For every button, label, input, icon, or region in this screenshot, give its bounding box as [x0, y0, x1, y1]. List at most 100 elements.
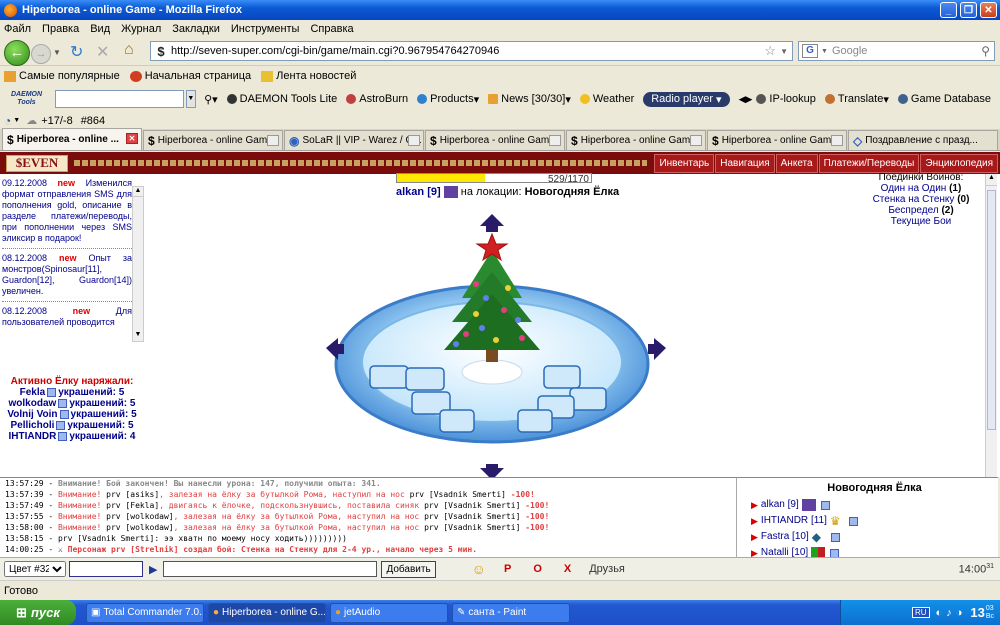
tab-hiperborea-active[interactable]: $ Hiperborea - online ... ✕ — [2, 128, 142, 150]
bookmark-home-page[interactable]: Начальная страница — [129, 70, 251, 82]
nav-encyclopedia[interactable]: Энциклопедия — [920, 153, 998, 173]
search-box[interactable]: G ▼ Google ⚲ — [798, 41, 995, 61]
menu-view[interactable]: Вид — [90, 23, 110, 35]
tab-close-icon[interactable] — [549, 135, 561, 146]
daemon-search-input[interactable] — [55, 90, 184, 108]
bookmark-news-feed[interactable]: Лента новостей — [261, 70, 356, 82]
tab-close-icon[interactable] — [267, 135, 279, 146]
home-icon[interactable]: ⌂ — [124, 41, 134, 59]
smiley-icon[interactable]: ☺ — [472, 561, 486, 577]
menu-history[interactable]: Журнал — [121, 23, 161, 35]
menu-file[interactable]: Файл — [4, 23, 31, 35]
menu-bookmarks[interactable]: Закладки — [172, 23, 220, 35]
info-icon[interactable] — [56, 420, 66, 430]
forward-arrow-icon[interactable]: → — [31, 44, 51, 64]
start-button[interactable]: ⊞ пуск — [0, 600, 76, 625]
info-icon[interactable] — [58, 431, 68, 441]
chat-send-button[interactable]: Добавить — [381, 560, 436, 578]
tab-hiperborea-5[interactable]: $ Hiperborea - online Game — [566, 130, 706, 150]
dropdown-icon[interactable]: ▼ — [13, 117, 20, 124]
nav-navigation[interactable]: Навигация — [715, 153, 775, 173]
chat-message-input[interactable] — [163, 561, 378, 577]
tab-hiperborea-6[interactable]: $ Hiperborea - online Game — [707, 130, 847, 150]
close-button[interactable]: ✕ — [980, 2, 997, 18]
seat-slot[interactable] — [517, 409, 553, 433]
maximize-button[interactable]: ❐ — [960, 2, 977, 18]
task-total-commander[interactable]: ▣ Total Commander 7.0... — [86, 602, 204, 623]
search-engine-dropdown-icon[interactable]: ▼ — [821, 48, 828, 55]
url-bar[interactable]: $ http://seven-super.com/cgi-bin/game/ma… — [150, 41, 793, 61]
radio-play-icon[interactable]: ◀▶ — [739, 94, 753, 105]
language-indicator[interactable]: RU — [911, 607, 930, 618]
info-icon[interactable] — [820, 500, 830, 510]
daemon-search-icon[interactable]: ⚲▾ — [204, 93, 218, 106]
nav-inventory[interactable]: Инвентарь — [654, 153, 715, 173]
nav-payments[interactable]: Платежи/Переводы — [818, 153, 920, 173]
seat-slot[interactable] — [439, 409, 475, 433]
scroll-down-icon[interactable]: ▼ — [133, 331, 143, 341]
seat-slot[interactable] — [569, 387, 607, 411]
weather-link[interactable]: Weather — [579, 93, 634, 105]
scroll-up-icon[interactable]: ▲ — [133, 187, 143, 197]
chat-color-select[interactable]: Цвет #32 — [4, 561, 66, 577]
nav-profile[interactable]: Анкета — [775, 153, 818, 173]
bookmark-most-visited[interactable]: Самые популярные — [4, 70, 120, 82]
volume-icon[interactable]: ♪ — [946, 607, 952, 619]
daemon-tools-lite-link[interactable]: DAEMON Tools Lite — [226, 93, 337, 105]
tab-close-icon[interactable] — [408, 135, 420, 146]
menu-edit[interactable]: Правка — [42, 23, 79, 35]
menu-tools[interactable]: Инструменты — [231, 23, 300, 35]
clear-chat-button[interactable]: X — [564, 563, 571, 575]
seat-slot[interactable] — [405, 367, 445, 391]
fight-one-on-one[interactable]: Один на Один (1) — [856, 183, 986, 194]
player-row[interactable]: ▶ IHTIANDR [11] ♛ — [751, 513, 998, 529]
tray-icon[interactable]: ◑ — [956, 607, 963, 619]
reload-icon[interactable]: ↻ — [70, 42, 83, 62]
nav-arrow-right-icon[interactable] — [648, 338, 666, 360]
game-logo[interactable]: $EVEN — [6, 154, 68, 172]
info-icon[interactable] — [47, 387, 57, 397]
fight-current[interactable]: Текущие Бои — [856, 216, 986, 227]
tab-hiperborea-2[interactable]: $ Hiperborea - online Game — [143, 130, 283, 150]
info-icon[interactable] — [59, 409, 69, 419]
tray-icon[interactable]: ◐ — [936, 607, 943, 619]
tab-close-icon[interactable]: ✕ — [126, 133, 138, 144]
astroburn-link[interactable]: AstroBurn — [346, 93, 408, 105]
chat-recipient-input[interactable] — [69, 561, 143, 577]
info-icon[interactable] — [830, 532, 840, 542]
stop-icon[interactable]: ✕ — [96, 42, 109, 62]
daemon-search-dropdown-icon[interactable]: ▼ — [185, 90, 197, 108]
tab-close-icon[interactable] — [831, 135, 843, 146]
tab-hiperborea-4[interactable]: $ Hiperborea - online Game — [425, 130, 565, 150]
fight-wall-on-wall[interactable]: Стенка на Стенку (0) — [856, 194, 986, 205]
task-jetaudio[interactable]: ● jetAudio — [330, 602, 448, 623]
search-icon[interactable]: ⚲ — [981, 44, 990, 58]
ignore-button[interactable]: O — [533, 563, 542, 575]
translate-menu[interactable]: Translate ▾ — [824, 93, 889, 106]
news-menu[interactable]: News [30/30] ▾ — [488, 93, 571, 106]
radio-player[interactable]: Radio player ▾ — [643, 91, 730, 107]
nav-arrow-up-icon[interactable] — [480, 214, 504, 232]
back-arrow-icon[interactable]: ← — [4, 40, 30, 66]
news-scrollbar[interactable]: ▲ ▼ — [132, 186, 144, 342]
info-icon[interactable] — [58, 398, 68, 408]
task-firefox[interactable]: ● Hiperborea - online G... — [208, 602, 326, 623]
ip-lookup-link[interactable]: IP-lookup — [756, 93, 816, 105]
refresh-circle-icon[interactable]: ◔ — [4, 114, 11, 128]
game-database-link[interactable]: Game Database — [897, 93, 991, 105]
friends-link[interactable]: Друзья — [589, 563, 625, 575]
player-name[interactable]: alkan — [396, 186, 424, 198]
menu-help[interactable]: Справка — [310, 23, 353, 35]
tab-greeting[interactable]: ◇ Поздравление с празд... — [848, 130, 998, 150]
info-icon[interactable] — [848, 516, 858, 526]
scroll-thumb[interactable] — [987, 190, 996, 430]
seat-slot[interactable] — [369, 365, 409, 389]
player-row[interactable]: ▶ alkan [9] — [751, 497, 998, 513]
tab-close-icon[interactable] — [690, 135, 702, 146]
history-dropdown-icon[interactable]: ▼ — [53, 48, 61, 57]
products-menu[interactable]: Products ▾ — [417, 93, 479, 106]
main-scrollbar[interactable]: ▲ — [985, 174, 997, 477]
task-paint[interactable]: ✎ санта - Paint — [452, 602, 570, 623]
tab-solar-vip[interactable]: ◉ SoLaR || VIP - Warez / G... — [284, 130, 424, 150]
scroll-up-icon[interactable]: ▲ — [986, 174, 997, 186]
